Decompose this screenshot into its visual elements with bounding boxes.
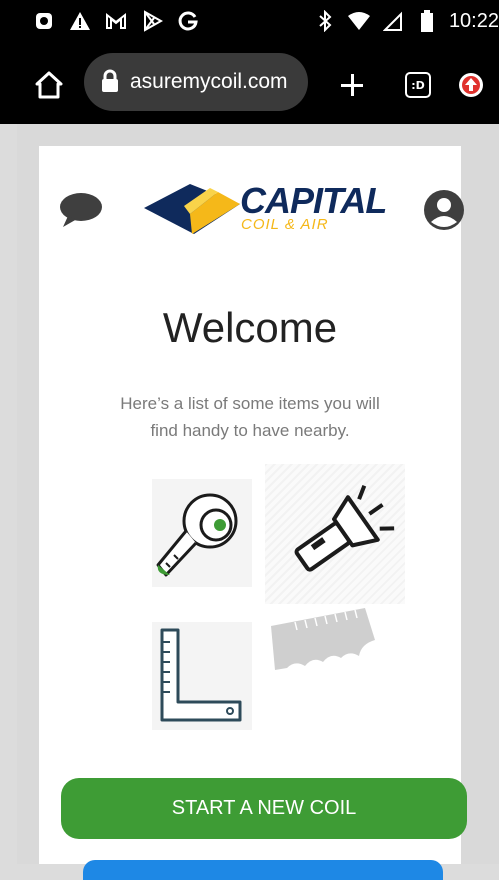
- tape-measure-tile: [152, 479, 252, 587]
- plus-icon: [341, 74, 363, 96]
- status-bar-system: 10:22: [313, 9, 499, 33]
- google-icon: [176, 9, 200, 33]
- capital-logo: CAPITAL COIL & AIR: [144, 180, 394, 242]
- url-text: asuremycoil.com: [130, 70, 288, 93]
- account-button[interactable]: [424, 190, 464, 232]
- logo-mark-icon: [144, 184, 240, 234]
- battery-icon: [415, 9, 439, 33]
- home-button[interactable]: [30, 65, 68, 105]
- update-button[interactable]: [453, 65, 489, 105]
- wifi-icon: [347, 9, 371, 33]
- page-subtitle: Here’s a list of some items you will fin…: [120, 394, 380, 440]
- signal-icon: [381, 9, 405, 33]
- tab-count-badge: :D: [405, 72, 431, 98]
- logo-text-sub: COIL & AIR: [241, 216, 329, 233]
- user-avatar-icon: [424, 190, 464, 230]
- key-tile: [265, 604, 385, 684]
- start-new-coil-button[interactable]: START A NEW COIL: [61, 778, 467, 839]
- flashlight-tile: [265, 464, 405, 604]
- square-tile: [152, 622, 252, 730]
- chat-bubble-icon: [60, 193, 102, 227]
- tape-measure-icon: [156, 493, 238, 577]
- lock-icon: [101, 69, 119, 98]
- bluetooth-icon: [313, 9, 337, 33]
- key-blank-icon: [271, 608, 375, 670]
- play-store-icon: [140, 9, 164, 33]
- secondary-button-partial[interactable]: [83, 860, 443, 880]
- chat-button[interactable]: [59, 190, 103, 230]
- app-card: CAPITAL COIL & AIR Welcome Here’s a list…: [39, 146, 467, 880]
- address-bar[interactable]: asuremycoil.com: [84, 53, 308, 111]
- page-title: Welcome: [162, 304, 338, 351]
- gmail-icon: [104, 9, 128, 33]
- carpenter-square-icon: [160, 628, 242, 722]
- flashlight-icon: [294, 485, 395, 572]
- update-arrow-icon: [459, 73, 483, 97]
- status-bar-notifications: [32, 9, 200, 33]
- clock: 10:22: [448, 9, 499, 32]
- app-icon: [32, 9, 56, 33]
- browser-toolbar: asuremycoil.com :D: [0, 46, 499, 124]
- tab-switcher-button[interactable]: :D: [400, 65, 436, 105]
- warning-icon: [68, 9, 92, 33]
- status-bar: 10:22: [0, 0, 499, 46]
- home-icon: [35, 71, 63, 99]
- new-tab-button[interactable]: [334, 65, 370, 105]
